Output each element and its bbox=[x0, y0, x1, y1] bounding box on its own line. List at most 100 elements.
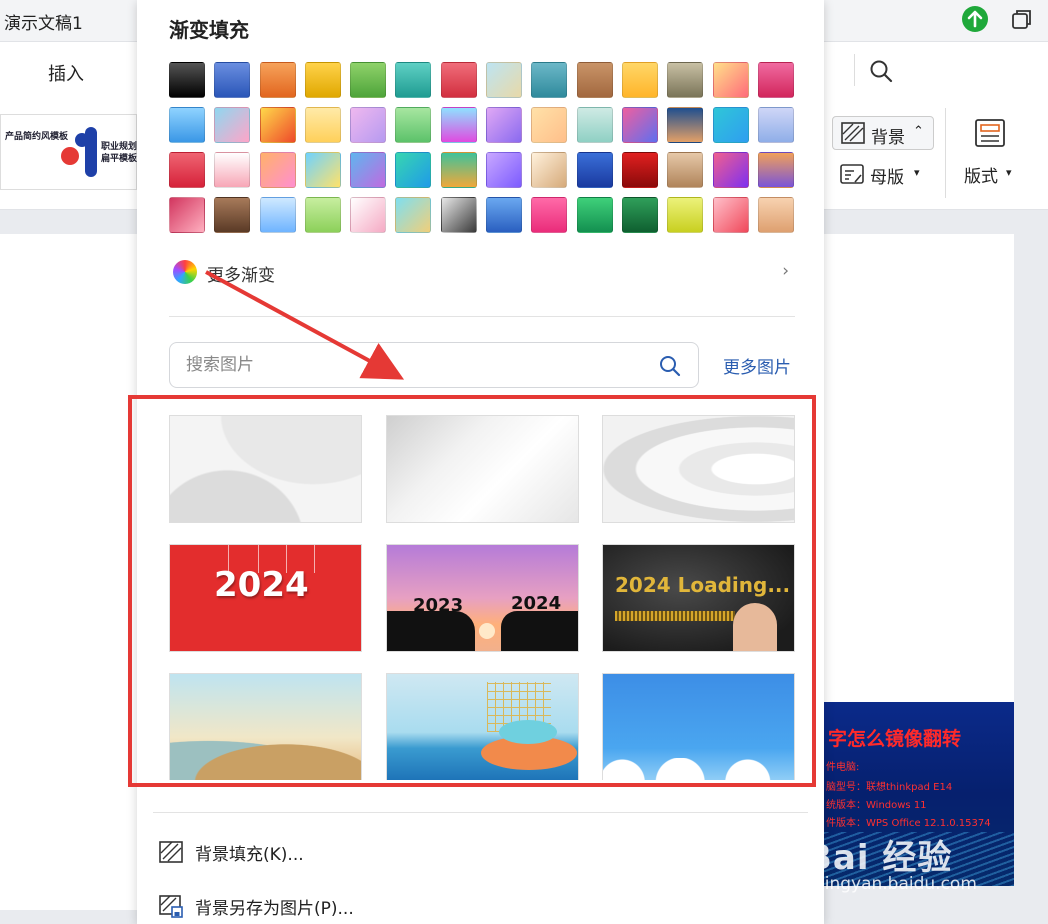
gradient-swatch[interactable] bbox=[712, 152, 749, 188]
gradient-swatch[interactable] bbox=[214, 197, 251, 233]
gradient-swatch[interactable] bbox=[259, 62, 296, 98]
watermark-logo: Bai 经验 bbox=[806, 838, 953, 878]
image-search-box[interactable] bbox=[169, 342, 699, 388]
gradient-swatch[interactable] bbox=[304, 152, 341, 188]
gradient-swatch[interactable] bbox=[757, 107, 794, 143]
gradient-swatch[interactable] bbox=[531, 107, 568, 143]
chevron-right-icon: › bbox=[782, 261, 789, 281]
gradient-swatch[interactable] bbox=[531, 197, 568, 233]
gradient-swatch[interactable] bbox=[440, 62, 477, 98]
landscape-decoration bbox=[170, 734, 361, 780]
gradient-swatch[interactable] bbox=[350, 152, 387, 188]
gradient-swatch[interactable] bbox=[169, 197, 205, 233]
background-image-tile[interactable] bbox=[169, 673, 362, 780]
gradient-swatch[interactable] bbox=[214, 62, 251, 98]
slide-text: 件电脑: bbox=[826, 762, 860, 773]
more-gradient-item[interactable]: 更多渐变 › bbox=[169, 258, 797, 288]
background-image-tile[interactable]: 2024 bbox=[169, 544, 362, 652]
background-image-tile[interactable] bbox=[386, 673, 579, 780]
gradient-swatch[interactable] bbox=[667, 62, 704, 98]
gradient-swatch[interactable] bbox=[712, 62, 749, 98]
gradient-swatch[interactable] bbox=[576, 197, 613, 233]
cloud-sync-icon[interactable] bbox=[962, 6, 988, 32]
master-button-label: 母版 bbox=[870, 168, 904, 188]
gradient-swatch[interactable] bbox=[576, 152, 613, 188]
gradient-swatch[interactable] bbox=[667, 152, 704, 188]
gradient-swatch[interactable] bbox=[259, 197, 296, 233]
background-image-tile[interactable] bbox=[602, 415, 795, 523]
gradient-swatch[interactable] bbox=[486, 152, 523, 188]
background-button[interactable]: 背景 ⌃ bbox=[832, 116, 934, 150]
gradient-swatch[interactable] bbox=[259, 152, 296, 188]
gradient-swatch[interactable] bbox=[304, 107, 341, 143]
master-button[interactable]: 母版 ▾ bbox=[838, 160, 938, 190]
background-image-tile[interactable] bbox=[386, 415, 579, 523]
gradient-swatch[interactable] bbox=[395, 197, 432, 233]
gradient-swatch[interactable] bbox=[576, 107, 613, 143]
gradient-swatch[interactable] bbox=[440, 197, 477, 233]
layout-button[interactable]: 版式 ▾ bbox=[958, 114, 1028, 194]
background-image-tile[interactable]: 2023 2024 bbox=[386, 544, 579, 652]
slide-title: 字怎么镜像翻转 bbox=[828, 728, 962, 750]
gradient-swatch[interactable] bbox=[531, 152, 568, 188]
layout-button-label: 版式 bbox=[964, 167, 998, 187]
menu-divider bbox=[854, 54, 855, 86]
gradient-swatch[interactable] bbox=[440, 107, 477, 143]
gradient-swatch[interactable] bbox=[350, 197, 387, 233]
image-text: 2024 Loading... bbox=[615, 573, 791, 597]
gradient-swatch[interactable] bbox=[757, 152, 794, 188]
gradient-swatch[interactable] bbox=[486, 107, 523, 143]
thumbnail-decoration bbox=[61, 147, 79, 165]
search-icon[interactable] bbox=[658, 354, 682, 378]
gradient-swatch[interactable] bbox=[169, 62, 205, 98]
gradient-swatch[interactable] bbox=[440, 152, 477, 188]
gradient-swatch[interactable] bbox=[531, 62, 568, 98]
gradient-swatch[interactable] bbox=[214, 152, 251, 188]
more-images-link[interactable]: 更多图片 bbox=[723, 353, 791, 378]
template-thumbnail[interactable]: 产品简约风模板 职业规划 扁平模板 bbox=[0, 114, 137, 190]
background-image-tile[interactable] bbox=[169, 415, 362, 523]
gradient-swatch[interactable] bbox=[259, 107, 296, 143]
gradient-swatch[interactable] bbox=[304, 197, 341, 233]
gradient-swatch[interactable] bbox=[712, 107, 749, 143]
gradient-swatch[interactable] bbox=[757, 197, 794, 233]
gradient-swatch[interactable] bbox=[304, 62, 341, 98]
gradient-swatch[interactable] bbox=[712, 197, 749, 233]
gradient-swatch[interactable] bbox=[757, 62, 794, 98]
gradient-swatch[interactable] bbox=[350, 107, 387, 143]
gradient-swatch[interactable] bbox=[395, 152, 432, 188]
menu-insert[interactable]: 插入 bbox=[48, 60, 84, 86]
background-image-tile[interactable]: 2024 Loading... bbox=[602, 544, 795, 652]
gradient-swatch[interactable] bbox=[395, 62, 432, 98]
cloud-decoration bbox=[603, 758, 794, 780]
divider bbox=[169, 316, 795, 317]
gradient-swatch[interactable] bbox=[395, 107, 432, 143]
slide-text: 统版本：Windows 11 bbox=[826, 800, 927, 811]
search-icon[interactable] bbox=[868, 58, 894, 84]
gradient-swatch[interactable] bbox=[576, 62, 613, 98]
gradient-swatch[interactable] bbox=[667, 107, 704, 143]
gradient-swatch[interactable] bbox=[667, 197, 704, 233]
gradient-swatch[interactable] bbox=[169, 107, 205, 143]
gradient-swatch[interactable] bbox=[169, 152, 205, 188]
gradient-swatch[interactable] bbox=[621, 197, 658, 233]
chevron-down-icon: ▾ bbox=[914, 166, 920, 179]
more-gradient-label: 更多渐变 bbox=[207, 266, 275, 286]
cliff-left bbox=[387, 611, 475, 651]
gradient-swatch[interactable] bbox=[350, 62, 387, 98]
save-background-as-image-menu-item[interactable]: 背景另存为图片(P)... bbox=[159, 890, 459, 922]
gradient-swatch[interactable] bbox=[486, 62, 523, 98]
window-restore-icon[interactable] bbox=[1010, 7, 1034, 31]
background-fill-menu-item[interactable]: 背景填充(K)... bbox=[159, 836, 459, 868]
gradient-swatch[interactable] bbox=[621, 107, 658, 143]
gradient-fill-title: 渐变填充 bbox=[169, 18, 249, 42]
gradient-swatch[interactable] bbox=[214, 107, 251, 143]
gradient-swatch[interactable] bbox=[621, 152, 658, 188]
gradient-swatch[interactable] bbox=[486, 197, 523, 233]
image-search-input[interactable] bbox=[186, 353, 646, 377]
background-image-tile[interactable] bbox=[602, 673, 795, 780]
image-text: 2024 bbox=[214, 565, 309, 605]
chevron-down-icon: ▾ bbox=[1006, 166, 1012, 179]
slide-page[interactable] bbox=[0, 234, 137, 910]
gradient-swatch[interactable] bbox=[621, 62, 658, 98]
